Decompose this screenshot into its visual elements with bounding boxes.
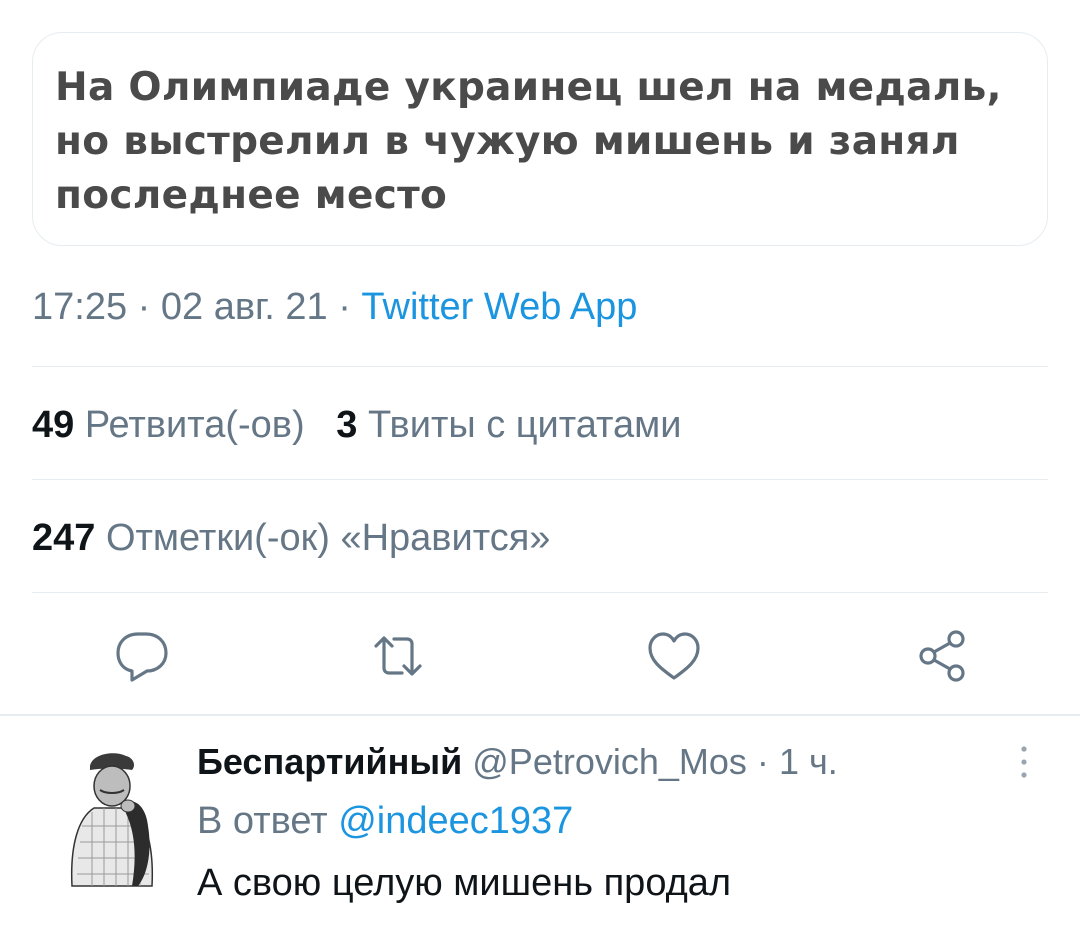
action-bar	[0, 624, 1080, 688]
quotes-stat[interactable]: 3 Твиты с цитатами	[336, 404, 681, 446]
retweets-label: Ретвита(-ов)	[84, 404, 305, 446]
like-icon[interactable]	[642, 624, 706, 688]
likes-label: Отметки(-ок) «Нравится»	[105, 517, 551, 559]
tweet-date: 02 авг. 21	[160, 286, 328, 328]
reply-to-handle[interactable]: @indeec1937	[338, 800, 573, 842]
reply-icon[interactable]	[110, 624, 174, 688]
retweets-stat[interactable]: 49 Ретвита(-ов)	[32, 404, 315, 446]
quotes-count: 3	[336, 404, 358, 446]
reply-time: 1 ч.	[778, 741, 838, 782]
quotes-label: Твиты с цитатами	[368, 404, 682, 446]
reply-to-line: В ответ @indeec1937	[197, 800, 573, 843]
headline-card[interactable]: На Олимпиаде украинец шел на медаль, но …	[32, 32, 1048, 246]
divider	[32, 366, 1048, 367]
tweet-meta: 17:25 · 02 авг. 21 · Twitter Web App	[32, 286, 637, 329]
author-name[interactable]: Беспартийный	[197, 741, 462, 782]
retweet-icon[interactable]	[366, 624, 430, 688]
meta-separator: ·	[338, 286, 351, 328]
tweet-source-link[interactable]: Twitter Web App	[361, 286, 637, 328]
headline-line: но выстрелил в чужую мишень и занял	[55, 119, 960, 164]
meta-separator: ·	[756, 741, 769, 782]
reply-text: А свою целую мишень продал	[197, 862, 732, 904]
retweet-stats: 49 Ретвита(-ов) 3 Твиты с цитатами	[32, 404, 682, 447]
divider	[32, 592, 1048, 593]
headline-line: последнее место	[55, 173, 448, 218]
author-handle[interactable]: @Petrovich_Mos	[472, 741, 747, 782]
avatar[interactable]	[52, 746, 172, 896]
headline-line: На Олимпиаде украинец шел на медаль,	[55, 65, 1002, 110]
likes-stat[interactable]: 247 Отметки(-ок) «Нравится»	[32, 517, 550, 560]
reply-to-label: В ответ	[197, 800, 328, 842]
divider	[32, 479, 1048, 480]
tweet-time: 17:25	[32, 286, 128, 328]
share-icon[interactable]	[910, 624, 974, 688]
headline-text: На Олимпиаде украинец шел на медаль, но …	[55, 61, 1035, 223]
reply-tweet[interactable]: Беспартийный @Petrovich_Mos · 1 ч. В отв…	[0, 716, 1080, 930]
retweets-count: 49	[32, 404, 75, 446]
meta-separator: ·	[137, 286, 151, 328]
likes-count: 247	[32, 517, 96, 559]
more-options-icon[interactable]	[1014, 742, 1034, 784]
reply-header: Беспартийный @Petrovich_Mos · 1 ч.	[197, 741, 838, 783]
